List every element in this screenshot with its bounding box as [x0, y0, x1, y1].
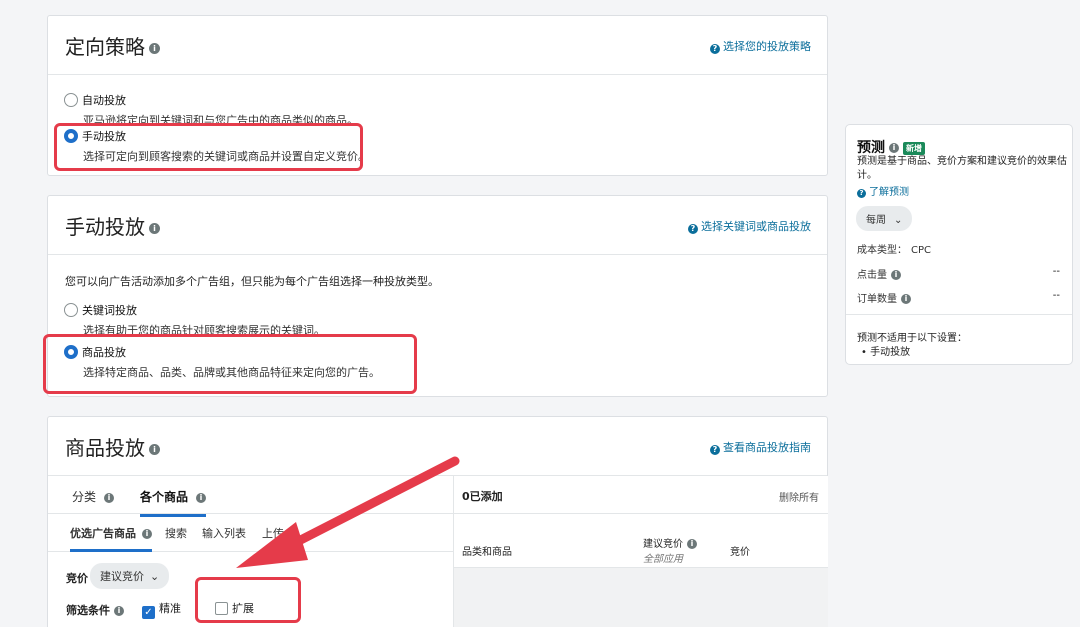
help-icon: ?: [857, 189, 866, 198]
new-badge: 新增: [903, 142, 925, 155]
clicks-value: --: [1052, 266, 1060, 277]
not-applicable-note: 预测不适用于以下设置：: [857, 333, 967, 344]
forecast-description: 预测是基于商品、竞价方案和建议竞价的效果估计。: [857, 156, 1067, 181]
orders-label: 订单数量: [857, 294, 897, 305]
not-applicable-item: • 手动投放: [861, 347, 911, 358]
info-icon[interactable]: i: [901, 294, 911, 304]
chevron-down-icon: ⌄: [894, 215, 903, 226]
orders-value: --: [1052, 290, 1060, 301]
clicks-label: 点击量: [857, 270, 887, 281]
forecast-title: 预测: [857, 140, 885, 156]
info-icon[interactable]: i: [889, 143, 899, 153]
learn-forecast-link[interactable]: ? 了解预测: [857, 183, 909, 198]
period-dropdown[interactable]: 每周 ⌄: [856, 206, 913, 231]
info-icon[interactable]: i: [891, 270, 901, 280]
cost-type-value: CPC: [911, 245, 931, 256]
forecast-card: 预测 i 新增 预测是基于商品、竞价方案和建议竞价的效果估计。 ? 了解预测 每周 ⌄ …: [845, 124, 1073, 365]
cost-type-label: 成本类型：: [857, 245, 907, 256]
